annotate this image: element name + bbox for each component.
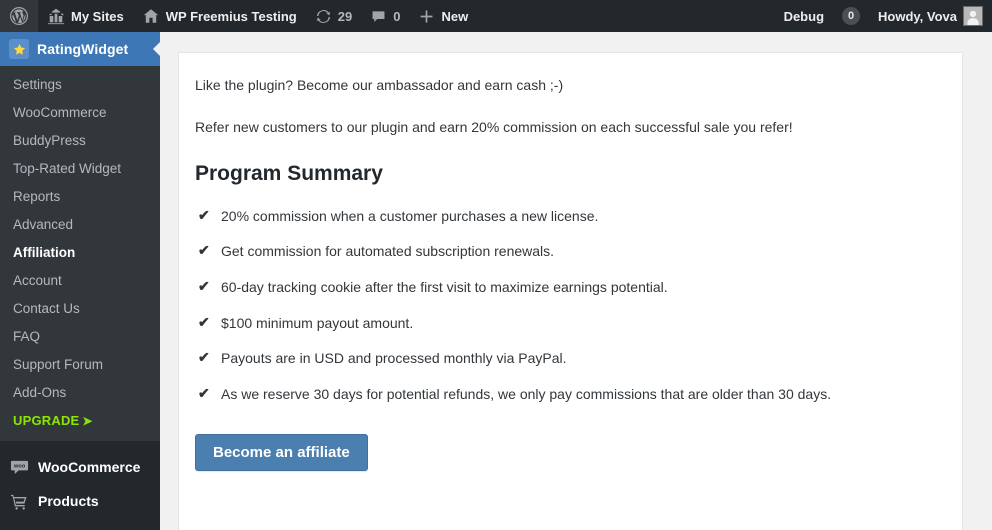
- update-circular-arrows-icon: [315, 8, 332, 25]
- wp-logo-menu[interactable]: [0, 0, 38, 32]
- sidebar-item-products-label: Products: [38, 493, 99, 509]
- svg-text:woo: woo: [12, 463, 25, 469]
- sidebar-item-top-rated-widget[interactable]: Top-Rated Widget: [0, 155, 160, 183]
- updates-count: 29: [337, 8, 353, 24]
- sidebar-item-buddypress[interactable]: BuddyPress: [0, 127, 160, 155]
- sidebar-item-account[interactable]: Account: [0, 267, 160, 295]
- admin-sidebar: RatingWidget Settings WooCommerce BuddyP…: [0, 32, 161, 530]
- sidebar-item-ratingwidget[interactable]: RatingWidget: [0, 32, 161, 66]
- updates-menu[interactable]: 29: [306, 0, 361, 32]
- my-sites-buildings-icon: [47, 7, 65, 25]
- home-icon: [142, 7, 160, 25]
- sidebar-item-affiliation[interactable]: Affiliation: [0, 239, 160, 267]
- list-item-label: 20% commission when a customer purchases…: [221, 207, 599, 224]
- new-content-label: New: [441, 8, 469, 24]
- my-account-menu[interactable]: Howdy, Vova: [869, 0, 992, 32]
- debug-count: 0: [842, 7, 861, 25]
- sidebar-submenu: Settings WooCommerce BuddyPress Top-Rate…: [0, 66, 160, 441]
- check-icon: ✔: [198, 313, 210, 330]
- list-item-label: Payouts are in USD and processed monthly…: [221, 350, 567, 367]
- page-title: Program Summary: [195, 162, 383, 186]
- comment-bubble-icon: [370, 8, 387, 25]
- list-item: ✔ $100 minimum payout amount.: [195, 313, 936, 335]
- wordpress-logo-icon: [9, 6, 29, 26]
- admin-bar: My Sites WP Freemius Testing 29 0 New De…: [0, 0, 992, 32]
- site-name-menu[interactable]: WP Freemius Testing: [133, 0, 306, 32]
- program-summary-list: ✔ 20% commission when a customer purchase…: [195, 206, 936, 406]
- my-sites-label: My Sites: [71, 8, 124, 24]
- my-sites-menu[interactable]: My Sites: [38, 0, 133, 32]
- sidebar-item-woocommerce-top-label: WooCommerce: [38, 459, 141, 475]
- active-menu-arrow-icon: [153, 41, 161, 57]
- intro-line-1: Like the plugin? Become our ambassador a…: [195, 77, 564, 93]
- intro-line-2: Refer new customers to our plugin and ea…: [195, 118, 793, 135]
- sidebar-item-settings[interactable]: Settings: [0, 71, 160, 99]
- sidebar-item-support-forum[interactable]: Support Forum: [0, 351, 160, 379]
- check-icon: ✔: [198, 278, 210, 295]
- howdy-label: Howdy, Vova: [878, 8, 957, 24]
- site-name-label: WP Freemius Testing: [165, 8, 297, 24]
- sidebar-item-woocommerce-top[interactable]: woo WooCommerce: [0, 450, 160, 484]
- woocommerce-icon: woo: [9, 457, 29, 477]
- list-item: ✔ Payouts are in USD and processed monthl…: [195, 348, 936, 370]
- list-item: ✔ 20% commission when a customer purchase…: [195, 206, 936, 228]
- check-icon: ✔: [198, 206, 210, 223]
- debug-label: Debug: [783, 8, 825, 24]
- list-item: ✔ Get commission for automated subscripti…: [195, 241, 936, 263]
- check-icon: ✔: [198, 385, 210, 402]
- become-an-affiliate-button[interactable]: Become an affiliate: [195, 433, 368, 471]
- sidebar-item-upgrade[interactable]: UPGRADE ➤: [0, 407, 160, 435]
- check-icon: ✔: [198, 349, 210, 366]
- star-icon: [9, 39, 29, 59]
- sidebar-item-contact-us[interactable]: Contact Us: [0, 295, 160, 323]
- list-item-label: $100 minimum payout amount.: [221, 314, 414, 331]
- list-item: ✔ 60-day tracking cookie after the first …: [195, 277, 936, 299]
- plus-icon: [418, 8, 435, 25]
- affiliation-panel: Like the plugin? Become our ambassador a…: [178, 52, 963, 530]
- check-icon: ✔: [198, 242, 210, 259]
- sidebar-item-reports[interactable]: Reports: [0, 183, 160, 211]
- content-area: Like the plugin? Become our ambassador a…: [160, 32, 992, 530]
- sidebar-item-woocommerce[interactable]: WooCommerce: [0, 99, 160, 127]
- sidebar-item-advanced[interactable]: Advanced: [0, 211, 160, 239]
- list-item-label: Get commission for automated subscriptio…: [221, 243, 555, 260]
- sidebar-item-ratingwidget-label: RatingWidget: [37, 41, 129, 57]
- list-item: ✔ As we reserve 30 days for potential ref…: [195, 384, 936, 406]
- debug-count-badge[interactable]: 0: [833, 0, 869, 32]
- list-item-label: As we reserve 30 days for potential refu…: [221, 386, 832, 403]
- sidebar-separator: [0, 441, 160, 450]
- sidebar-item-upgrade-label: UPGRADE: [13, 413, 80, 428]
- arrow-right-icon: ➤: [82, 414, 93, 428]
- comments-menu[interactable]: 0: [361, 0, 409, 32]
- comments-count: 0: [393, 8, 401, 24]
- new-content-menu[interactable]: New: [409, 0, 477, 32]
- sidebar-item-products[interactable]: Products: [0, 484, 160, 518]
- sidebar-item-add-ons[interactable]: Add-Ons: [0, 379, 160, 407]
- debug-menu[interactable]: Debug: [775, 0, 833, 32]
- list-item-label: 60-day tracking cookie after the first v…: [221, 279, 668, 296]
- admin-bar-spacer: [477, 0, 774, 32]
- shopping-cart-icon: [9, 491, 29, 511]
- avatar: [963, 6, 983, 26]
- sidebar-item-faq[interactable]: FAQ: [0, 323, 160, 351]
